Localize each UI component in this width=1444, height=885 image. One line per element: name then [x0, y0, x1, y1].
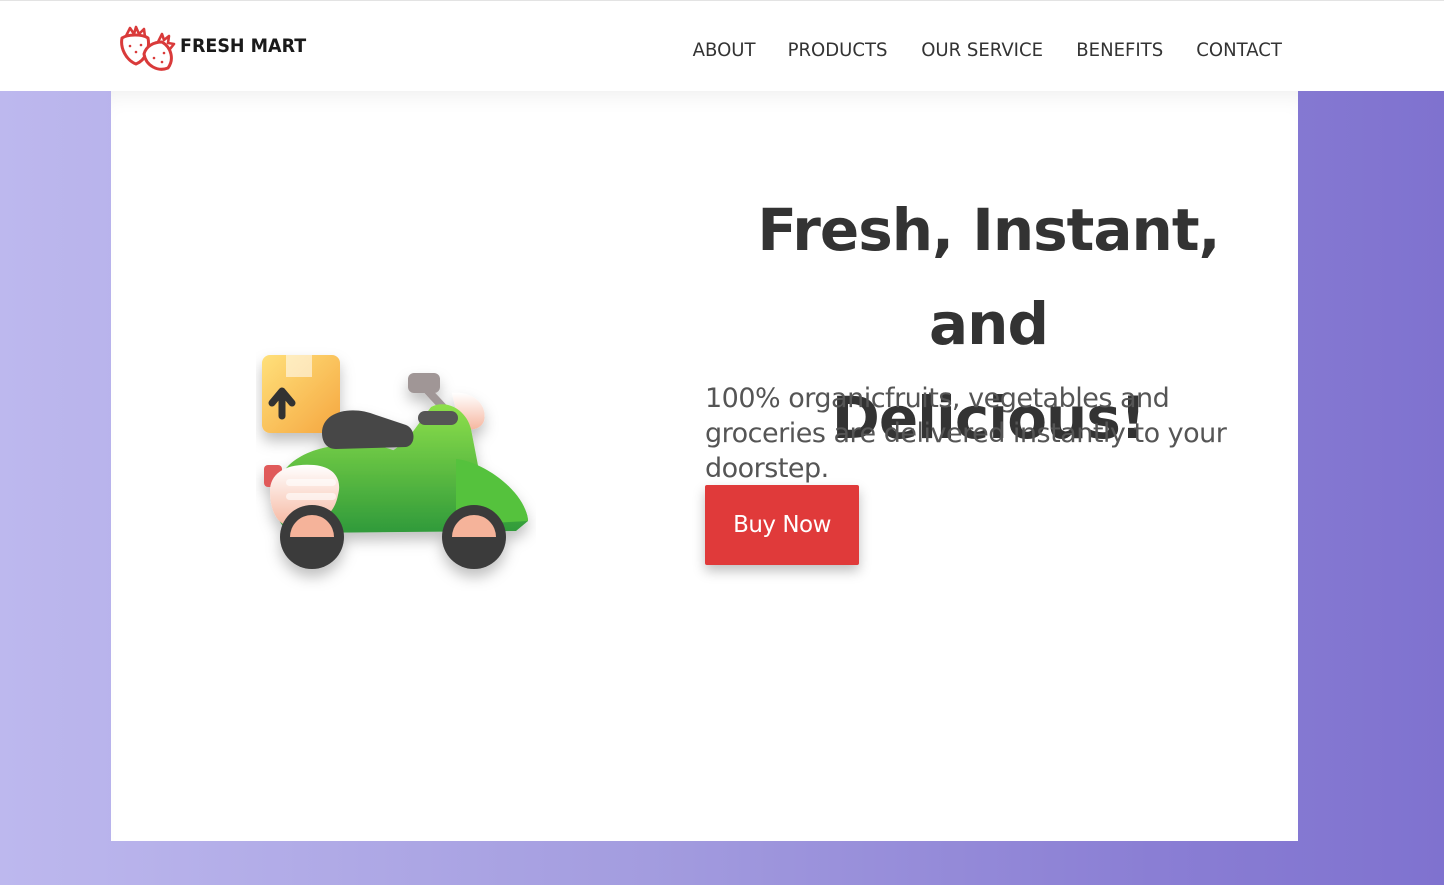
nav-contact[interactable]: CONTACT: [1196, 39, 1282, 61]
buy-now-button[interactable]: Buy Now: [705, 485, 859, 565]
strawberry-icon: [120, 25, 176, 71]
main-nav: ABOUT PRODUCTS OUR SERVICE BENEFITS CONT…: [691, 39, 1284, 61]
hero-card: Fresh, Instant, and Delicious! 100% orga…: [111, 91, 1298, 841]
nav-our-service[interactable]: OUR SERVICE: [921, 39, 1043, 61]
hero-title-line-1: Fresh, Instant, and: [757, 196, 1220, 358]
hero-description: 100% organicfruits, vegetables and groce…: [705, 383, 1227, 484]
brand-name: FRESH MART: [180, 35, 307, 57]
nav-benefits[interactable]: BENEFITS: [1077, 39, 1164, 61]
nav-products[interactable]: PRODUCTS: [788, 39, 888, 61]
brand-logo[interactable]: FRESH MART: [118, 23, 317, 73]
delivery-scooter-icon: [256, 341, 536, 591]
nav-about[interactable]: ABOUT: [693, 39, 756, 61]
navbar: FRESH MART ABOUT PRODUCTS OUR SERVICE BE…: [0, 0, 1444, 91]
